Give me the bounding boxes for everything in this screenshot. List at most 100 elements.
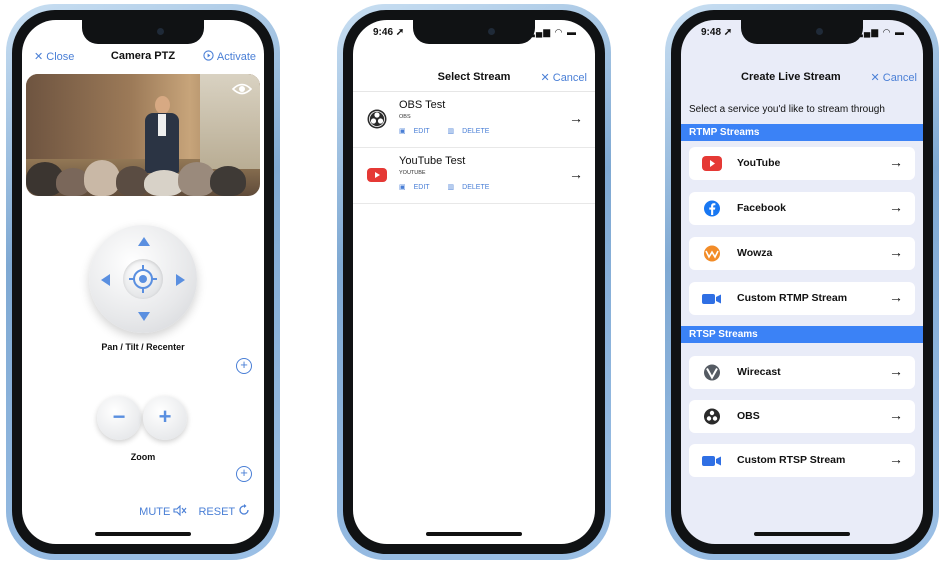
pan-tilt-pad[interactable] <box>89 225 197 333</box>
audience <box>26 154 260 196</box>
zoom-out-button[interactable]: − <box>97 396 141 440</box>
cancel-label: Cancel <box>882 72 917 84</box>
service-wowza[interactable]: Wowza → <box>689 237 915 270</box>
service-youtube[interactable]: YouTube → <box>689 147 915 180</box>
page-title: Create Live Stream <box>741 71 841 83</box>
youtube-icon <box>702 156 722 171</box>
eye-icon[interactable] <box>232 82 252 96</box>
phone-create-live-stream: 9:48 ➚ ▂▄▆ ◠ ▬ Create Live Stream ✕ Canc… <box>665 4 939 560</box>
status-icons: ▂▄▆ ◠ ▬ <box>527 27 577 37</box>
stream-list: OBS Test OBS ▣ EDIT ▥ DELETE → YouTube Tes… <box>353 91 595 204</box>
reset-button[interactable]: RESET <box>198 504 250 518</box>
refresh-icon <box>239 504 249 515</box>
stream-name: OBS Test <box>399 99 446 111</box>
rtmp-section-header: RTMP Streams <box>681 124 923 141</box>
delete-button[interactable]: ▥ DELETE <box>448 184 498 191</box>
obs-icon <box>367 109 387 129</box>
camera-ptz-screen: ✕ Close Camera PTZ Activate Pan / Tilt /… <box>22 20 264 544</box>
pad-label: Pan / Tilt / Recenter <box>101 342 185 352</box>
wowza-icon <box>704 245 720 262</box>
tilt-down-icon[interactable] <box>138 312 150 321</box>
home-indicator <box>95 532 191 536</box>
stream-actions: ▣ EDIT ▥ DELETE <box>399 183 505 191</box>
notch <box>741 20 863 44</box>
bottom-controls: MUTE RESET <box>139 504 250 518</box>
edit-button[interactable]: ▣ EDIT <box>399 128 438 135</box>
edit-label: EDIT <box>413 128 430 135</box>
reset-label: RESET <box>198 506 235 518</box>
arrow-right-icon[interactable]: → <box>569 166 583 182</box>
cancel-button[interactable]: ✕ Cancel <box>540 71 587 84</box>
add-zoom-preset-button[interactable]: + <box>236 466 252 482</box>
stream-name: YouTube Test <box>399 155 466 167</box>
pan-right-icon[interactable] <box>176 274 185 286</box>
cancel-button[interactable]: ✕ Cancel <box>870 71 917 84</box>
delete-button[interactable]: ▥ DELETE <box>448 128 498 135</box>
recenter-button[interactable] <box>123 259 163 299</box>
service-obs[interactable]: OBS → <box>689 400 915 433</box>
facebook-icon <box>704 200 720 217</box>
arrow-right-icon[interactable]: → <box>569 110 583 126</box>
subtitle: Select a service you'd like to stream th… <box>689 104 885 115</box>
service-name: YouTube <box>737 157 781 169</box>
camera-icon <box>702 294 721 304</box>
create-live-stream-screen: 9:48 ➚ ▂▄▆ ◠ ▬ Create Live Stream ✕ Canc… <box>681 20 923 544</box>
service-name: Custom RTMP Stream <box>737 292 848 304</box>
list-item[interactable]: OBS Test OBS ▣ EDIT ▥ DELETE → <box>353 92 595 148</box>
service-custom-rtsp[interactable]: Custom RTSP Stream → <box>689 444 915 477</box>
status-time: 9:46 ➚ <box>373 27 405 38</box>
stream-service: OBS <box>399 114 411 120</box>
crosshair-icon <box>129 265 157 293</box>
zoom-control: − + <box>97 396 189 440</box>
arrow-right-icon: → <box>889 154 903 170</box>
add-pad-preset-button[interactable]: + <box>236 358 252 374</box>
edit-button[interactable]: ▣ EDIT <box>399 184 438 191</box>
service-wirecast[interactable]: Wirecast → <box>689 356 915 389</box>
mute-button[interactable]: MUTE <box>139 504 190 518</box>
status-time: 9:48 ➚ <box>701 27 733 38</box>
list-item[interactable]: YouTube Test YOUTUBE ▣ EDIT ▥ DELETE → <box>353 148 595 204</box>
arrow-right-icon: → <box>889 363 903 379</box>
obs-icon <box>704 408 720 425</box>
delete-label: DELETE <box>462 184 490 191</box>
trash-icon: ▥ <box>447 128 455 135</box>
stream-service: YOUTUBE <box>399 170 426 176</box>
plus-icon: + <box>240 357 248 372</box>
camera-preview[interactable] <box>26 74 260 196</box>
activate-button[interactable]: Activate <box>203 50 256 63</box>
select-stream-screen: 9:46 ➚ ▂▄▆ ◠ ▬ Select Stream ✕ Cancel OB… <box>353 20 595 544</box>
service-facebook[interactable]: Facebook → <box>689 192 915 225</box>
pan-left-icon[interactable] <box>101 274 110 286</box>
edit-icon: ▣ <box>399 128 406 135</box>
tilt-up-icon[interactable] <box>138 237 150 246</box>
zoom-in-button[interactable]: + <box>143 396 187 440</box>
minus-icon: − <box>112 404 126 429</box>
service-name: OBS <box>737 410 760 422</box>
arrow-right-icon: → <box>889 244 903 260</box>
service-name: Facebook <box>737 202 787 214</box>
mute-label: MUTE <box>139 506 171 518</box>
service-custom-rtmp[interactable]: Custom RTMP Stream → <box>689 282 915 315</box>
service-name: Wirecast <box>737 366 781 378</box>
cancel-label: Cancel <box>552 72 587 84</box>
delete-label: DELETE <box>462 128 490 135</box>
status-icons: ▂▄▆ ◠ ▬ <box>855 27 905 37</box>
edit-icon: ▣ <box>399 184 406 191</box>
arrow-right-icon: → <box>889 407 903 423</box>
trash-icon: ▥ <box>447 184 455 191</box>
wirecast-icon <box>704 364 720 381</box>
service-name: Wowza <box>737 247 773 259</box>
camera-ptz-header: ✕ Close Camera PTZ Activate <box>22 50 264 70</box>
home-indicator <box>754 532 850 536</box>
speaker-mute-icon <box>173 504 187 517</box>
select-stream-header: Select Stream ✕ Cancel <box>353 71 595 89</box>
arrow-right-icon: → <box>889 289 903 305</box>
rtsp-section-header: RTSP Streams <box>681 326 923 343</box>
zoom-label: Zoom <box>130 452 156 462</box>
notch <box>413 20 535 44</box>
activate-label: Activate <box>216 51 256 63</box>
service-name: Custom RTSP Stream <box>737 454 846 466</box>
play-circle-icon <box>203 50 215 61</box>
create-stream-header: Create Live Stream ✕ Cancel <box>681 71 923 89</box>
plus-icon: + <box>240 465 248 480</box>
